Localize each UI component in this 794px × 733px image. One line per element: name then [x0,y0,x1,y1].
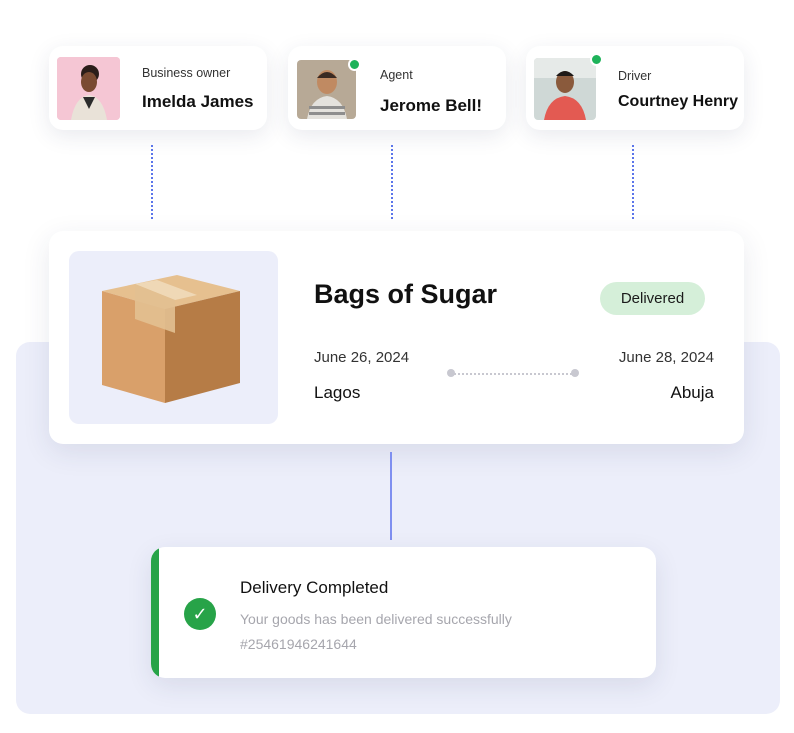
delivery-title: Delivery Completed [240,578,389,597]
origin-city: Lagos [314,383,361,402]
person-role: Business owner [142,66,231,80]
shipment-title: Bags of Sugar [314,279,498,309]
avatar [57,57,120,120]
person-name: Courtney Henry [618,93,739,110]
package-image-frame [69,251,278,424]
person-role: Agent [380,68,413,82]
person-card-business-owner[interactable]: Business owner Imelda James [49,46,267,130]
person-role: Driver [618,69,652,83]
person-name: Imelda James [142,92,254,111]
person-name: Jerome Bell! [380,96,483,115]
check-circle-icon: ✓ [184,598,216,630]
connector-business-owner [151,145,153,219]
person-card-agent[interactable]: Agent Jerome Bell! [288,46,506,130]
tracking-id: #25461946241644 [240,636,357,652]
route-end-dot [571,369,579,377]
end-date: June 28, 2024 [618,349,714,366]
status-accent-bar [151,547,159,678]
avatar [297,60,356,119]
online-status-dot [590,53,603,66]
status-badge: Delivered [600,282,705,315]
cardboard-box-icon [102,275,240,403]
delivery-status-card[interactable]: ✓ Delivery Completed Your goods has been… [151,547,656,678]
route-line [451,373,576,377]
shipment-card[interactable]: Bags of Sugar Delivered June 26, 2024 Ju… [49,231,744,444]
avatar-image-business-owner [57,57,120,120]
avatar-image-agent [297,60,356,119]
delivery-message: Your goods has been delivered successful… [240,611,512,627]
connector-agent [391,145,393,219]
status-connector [390,452,392,540]
destination-city: Abuja [670,383,714,402]
online-status-dot [348,58,361,71]
connector-driver [632,145,634,219]
start-date: June 26, 2024 [314,349,410,366]
avatar [534,58,596,120]
avatar-image-driver [534,58,596,120]
person-card-driver[interactable]: Driver Courtney Henry [526,46,744,130]
